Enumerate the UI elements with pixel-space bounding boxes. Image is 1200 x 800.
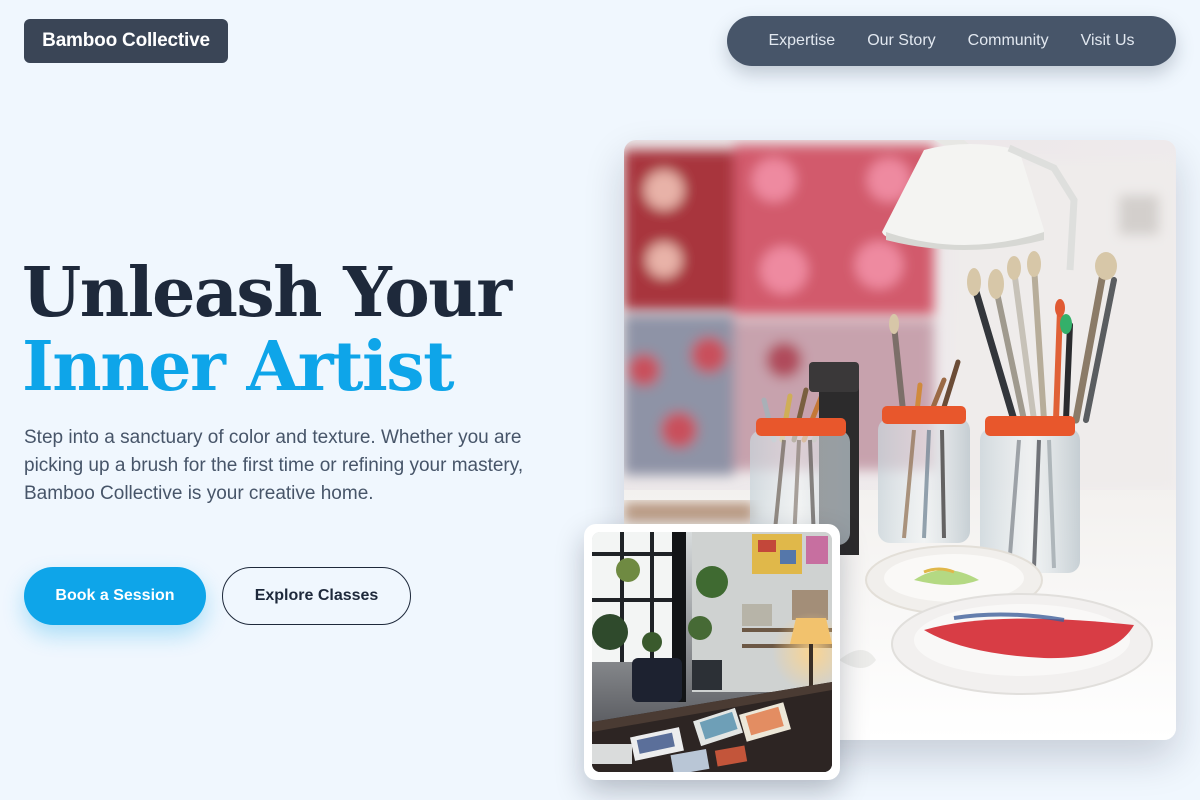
main-nav: Expertise Our Story Community Visit Us bbox=[727, 16, 1176, 66]
hero-description: Step into a sanctuary of color and textu… bbox=[24, 427, 524, 504]
nav-link-community[interactable]: Community bbox=[968, 32, 1049, 50]
nav-link-expertise[interactable]: Expertise bbox=[768, 32, 835, 50]
art-studio-interior-photo bbox=[592, 532, 832, 772]
brand-logo[interactable]: Bamboo Collective bbox=[24, 19, 228, 63]
headline-line-2: Inner Artist bbox=[22, 327, 454, 407]
studio-photo-card bbox=[584, 524, 840, 780]
headline-line-1: Unleash Your bbox=[22, 253, 512, 333]
explore-classes-button[interactable]: Explore Classes bbox=[222, 567, 411, 625]
nav-link-visit-us[interactable]: Visit Us bbox=[1081, 32, 1135, 50]
hero-headline: Unleash Your Inner Artist bbox=[22, 253, 512, 407]
book-session-button[interactable]: Book a Session bbox=[24, 567, 206, 625]
nav-link-our-story[interactable]: Our Story bbox=[867, 32, 935, 50]
